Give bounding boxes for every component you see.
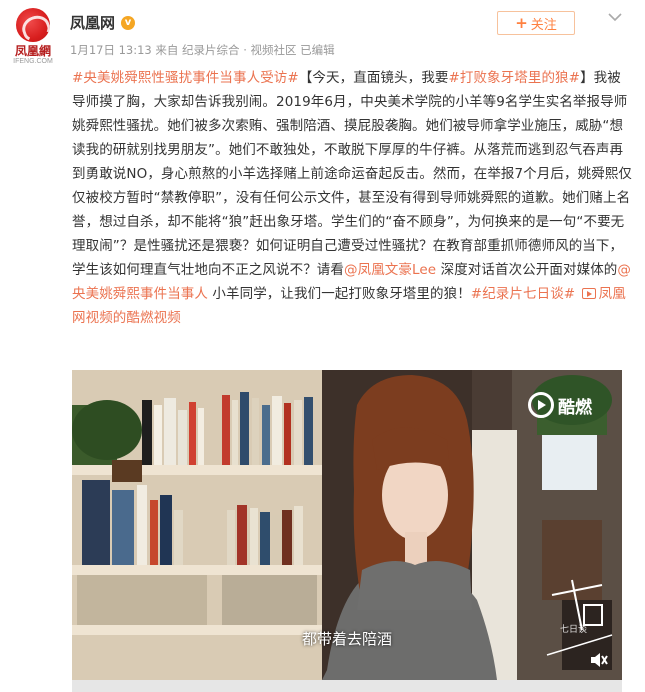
mute-icon[interactable]: [590, 652, 608, 668]
topic-link-ivory-tower[interactable]: #打败象牙塔里的狼#: [448, 70, 580, 86]
kuran-watermark: 酷燃: [528, 392, 592, 418]
video-progress-strip: [72, 680, 622, 692]
plus-icon: +: [515, 14, 528, 32]
account-name-row: 凤凰网 v: [70, 12, 136, 33]
topic-link-documentary[interactable]: #纪录片七日谈#: [471, 286, 575, 302]
video-link-icon: [581, 288, 596, 299]
account-name[interactable]: 凤凰网: [70, 12, 115, 33]
follow-button[interactable]: + 关注: [497, 11, 575, 35]
play-circle-icon: [528, 392, 554, 418]
video-subtitle: 都带着去陪酒: [301, 630, 392, 648]
mention-link-lee[interactable]: @凤凰文豪Lee: [344, 262, 436, 278]
avatar-logo-sub: IFENG.COM: [13, 58, 53, 65]
chevron-down-icon[interactable]: [608, 12, 622, 22]
video-player[interactable]: 酷燃 七日谈 都带着去陪酒: [72, 370, 622, 680]
account-avatar[interactable]: 凤凰網 IFENG.COM: [8, 8, 58, 66]
phoenix-logo-icon: [16, 8, 50, 42]
post-text-seg8: 小羊同学，让我们一起打败象牙塔里的狼！: [208, 286, 471, 302]
post-body: #央美姚舜熙性骚扰事件当事人受访#【今天，直面镜头，我要#打败象牙塔里的狼#】我…: [72, 66, 632, 330]
post-text-seg2: 【今天，直面镜头，我要: [298, 70, 449, 86]
post-meta: 1月17日 13:13 来自 纪录片综合 · 视频社区 已编辑: [70, 43, 335, 57]
follow-button-label: 关注: [530, 17, 557, 33]
avatar-logo-text: 凤凰網: [14, 44, 51, 58]
post-text-seg6: 深度对话首次公开面对媒体的: [436, 262, 618, 278]
topic-link-yangmei[interactable]: #央美姚舜熙性骚扰事件当事人受访#: [72, 70, 299, 86]
kuran-watermark-text: 酷燃: [558, 397, 592, 417]
verified-badge-icon: v: [121, 15, 136, 30]
post-text-main: 】我被导师摸了胸，大家却告诉我别闹。2019年6月，中央美术学院的小羊等9名学生…: [72, 70, 633, 278]
